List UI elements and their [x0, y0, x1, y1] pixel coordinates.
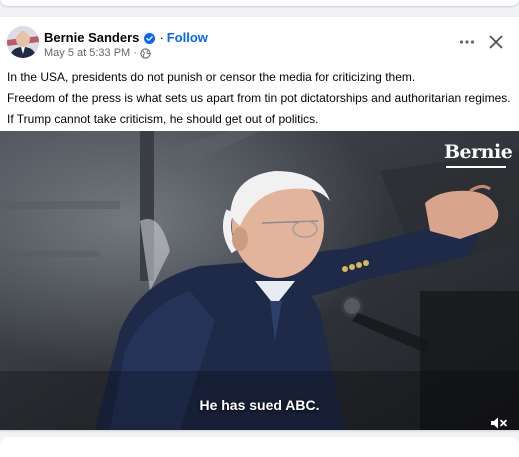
- globe-icon[interactable]: [140, 47, 151, 59]
- post-text-line: Freedom of the press is what sets us apa…: [7, 91, 511, 105]
- post-meta: May 5 at 5:33 PM ·: [44, 46, 151, 60]
- close-button[interactable]: [484, 30, 508, 54]
- author-name[interactable]: Bernie Sanders: [44, 30, 139, 45]
- post-text: In the USA, presidents do not punish or …: [7, 67, 512, 130]
- mute-button[interactable]: [488, 414, 510, 430]
- previous-post-card: [0, 0, 519, 6]
- post-timestamp[interactable]: May 5 at 5:33 PM: [44, 47, 130, 59]
- separator-dot: ·: [159, 29, 164, 45]
- post-header: Bernie Sanders · Follow May 5 at 5:33 PM…: [0, 17, 519, 67]
- watermark-underline: [446, 166, 506, 168]
- verified-badge-icon: [144, 32, 156, 44]
- more-options-button[interactable]: [452, 32, 482, 52]
- follow-button[interactable]: Follow: [167, 30, 208, 45]
- post-card: Bernie Sanders · Follow May 5 at 5:33 PM…: [0, 17, 519, 430]
- separator-dot: ·: [133, 47, 137, 59]
- speaker-muted-icon: [491, 417, 507, 429]
- post-text-line: If Trump cannot take criticism, he shoul…: [7, 112, 319, 126]
- video-caption: He has sued ABC.: [199, 397, 320, 413]
- author-line: Bernie Sanders · Follow: [44, 28, 208, 46]
- next-post-card: [0, 437, 519, 457]
- video-frame: [0, 131, 519, 430]
- video-watermark-logo: Bernie: [444, 141, 513, 163]
- close-icon: [489, 35, 503, 49]
- avatar[interactable]: [7, 26, 39, 58]
- video-player[interactable]: Bernie He has sued ABC.: [0, 131, 519, 430]
- post-text-line: In the USA, presidents do not punish or …: [7, 70, 416, 84]
- more-options-icon: [459, 40, 475, 44]
